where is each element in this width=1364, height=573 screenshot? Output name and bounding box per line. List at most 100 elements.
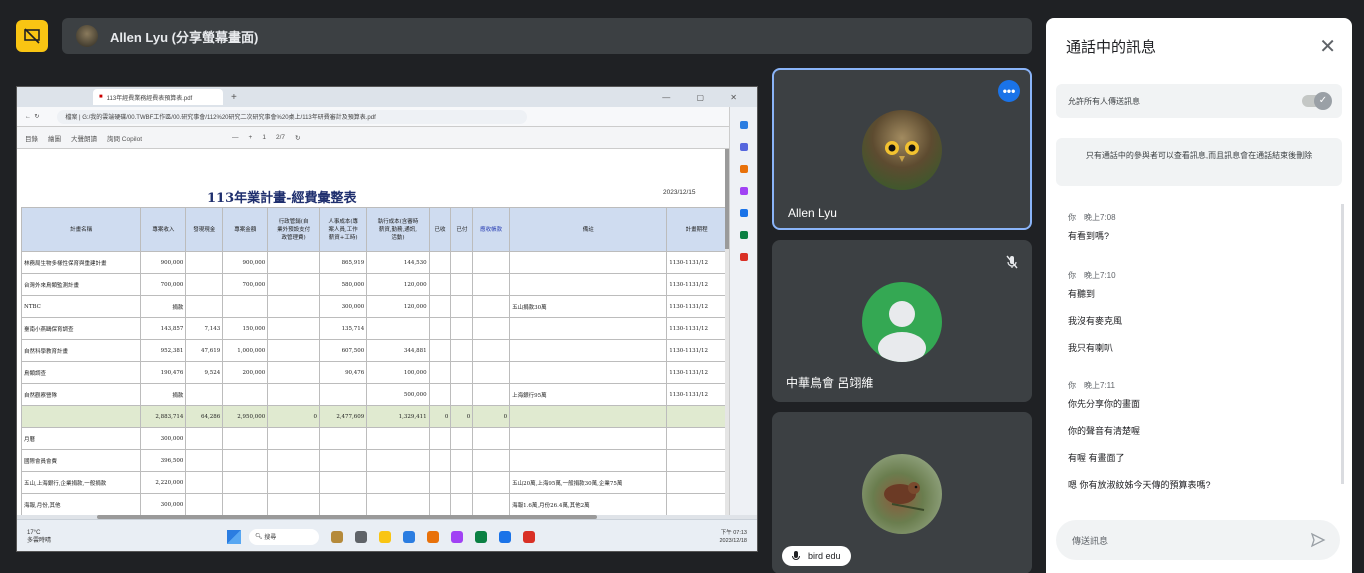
table-cell: 300,000 <box>140 427 187 450</box>
table-cell <box>428 471 452 494</box>
allow-messages-label: 允許所有人傳送訊息 <box>1068 96 1140 106</box>
line-icon[interactable] <box>475 530 487 543</box>
table-cell <box>428 449 452 472</box>
message-group: 你晚上7:11 你先分享你的畫面 你的聲音有清楚喔 有喔 有畫面了 嗯 你有放淑… <box>1068 380 1338 505</box>
back-icon[interactable]: ← <box>25 114 31 120</box>
participant-name-chip: bird edu <box>782 546 851 566</box>
taskbar-search[interactable]: 🔍︎ 搜尋 <box>249 528 319 545</box>
table-cell <box>472 449 511 472</box>
message-text: 有聽到 <box>1068 289 1096 299</box>
pdf-icon: ■ <box>99 94 103 100</box>
file-explorer-icon[interactable] <box>379 530 391 543</box>
table-row: NTBC 捐款 300,000 120,000 五山捐款30萬 1130-1131/12 <box>20 295 727 318</box>
weather-widget[interactable]: 17°C 多雲時晴 <box>27 529 77 545</box>
outlook-icon[interactable] <box>739 253 748 261</box>
participant-tile-birdedu[interactable]: bird edu <box>772 412 1032 573</box>
presentation-icon[interactable] <box>16 20 48 52</box>
table-cell <box>428 273 452 296</box>
participant-name: 中華鳥會 呂翊維 <box>786 376 874 390</box>
table-cell <box>472 361 511 384</box>
pdf-tool-1[interactable]: 繪圖 <box>48 133 61 143</box>
presenter-banner: Allen Lyu (分享螢幕畫面) <box>62 18 1032 54</box>
table-cell <box>267 471 321 494</box>
table-cell <box>509 449 668 472</box>
new-tab-button[interactable]: + <box>231 92 237 103</box>
table-cell <box>222 449 269 472</box>
table-header-cell: 發現現金 <box>185 207 224 252</box>
table-cell <box>366 471 430 494</box>
table-cell <box>267 339 321 362</box>
pdf-tool-8[interactable]: ↻ <box>295 134 300 142</box>
widgets-icon[interactable] <box>331 530 343 543</box>
mic-icon <box>792 551 800 560</box>
table-cell: 64,286 <box>185 405 224 428</box>
table-cell: 五山20萬,上海95萬,一般捐款30萬,企業75萬 <box>509 471 668 494</box>
table-cell <box>428 493 452 515</box>
table-header-cell: 專案金額 <box>222 207 269 252</box>
table-cell <box>185 449 224 472</box>
table-cell <box>472 383 511 406</box>
message-time: 晚上7:10 <box>1084 271 1116 280</box>
pdf-tool-6[interactable]: 1 <box>262 134 266 141</box>
participant-tile-allen[interactable]: ••• Allen Lyu <box>772 68 1032 230</box>
table-cell: 952,381 <box>140 339 187 362</box>
table-cell: 上海銀行95萬 <box>509 383 668 406</box>
pdf-tool-2[interactable]: 大聲朗讀 <box>71 133 97 143</box>
allow-messages-toggle[interactable] <box>1302 92 1332 110</box>
office-icon[interactable] <box>739 231 748 239</box>
start-icon[interactable] <box>227 529 241 544</box>
search-icon[interactable] <box>739 143 748 151</box>
table-cell: 1130-1131/12 <box>666 361 727 384</box>
more-options-button[interactable]: ••• <box>998 80 1020 102</box>
reload-icon[interactable]: ↻ <box>34 113 39 120</box>
table-cell: 林務局生物多樣性保育與重建計畫 <box>20 251 142 274</box>
weather-temp: 17°C <box>27 529 41 536</box>
edge-icon[interactable] <box>499 530 511 543</box>
table-cell: 月曆 <box>20 427 142 450</box>
tools-icon[interactable] <box>739 187 748 195</box>
pdf-tool-5[interactable]: + <box>249 134 253 141</box>
brave-icon[interactable] <box>427 530 439 543</box>
chrome-icon[interactable] <box>523 530 535 543</box>
window-controls[interactable]: — ▢ ✕ <box>662 93 749 102</box>
table-cell <box>428 317 452 340</box>
message-meta: 你晚上7:08 <box>1068 212 1338 223</box>
games-icon[interactable] <box>739 209 748 217</box>
address-bar: ← ↻ 檔案 | G:/我的雲端硬碟/00.TWBF工作區/00.研究事會/11… <box>17 107 757 127</box>
message-time: 晚上7:08 <box>1084 213 1116 222</box>
table-cell <box>472 339 511 362</box>
pdf-tool-4[interactable]: — <box>232 134 239 141</box>
allow-messages-row: 允許所有人傳送訊息 <box>1056 84 1342 118</box>
table-cell <box>428 361 452 384</box>
table-cell <box>185 295 224 318</box>
table-cell: 120,000 <box>366 273 430 296</box>
table-cell <box>472 427 511 450</box>
table-cell <box>472 317 511 340</box>
table-header-cell: 人事成本(專 案人員,工作 薪資+工時) <box>319 207 368 252</box>
table-cell <box>472 273 511 296</box>
close-icon[interactable]: ✕ <box>1319 34 1336 59</box>
browser-tab[interactable]: ■ 113年經費業務經費表預算表.pdf <box>93 89 223 105</box>
address-field[interactable]: 檔案 | G:/我的雲端硬碟/00.TWBF工作區/00.研究事會/112%20… <box>57 109 528 124</box>
message-text: 我只有喇叭 <box>1068 343 1114 353</box>
message-text: 有看到嗎? <box>1068 231 1110 241</box>
chat-scrollbar[interactable] <box>1341 204 1344 484</box>
table-cell: 900,000 <box>140 251 187 274</box>
pdf-toolbar: 目錄 繪圖 大聲朗讀 詢問 Copilot — + 1 2/7 ↻ <box>17 127 757 149</box>
message-text: 你先分享你的畫面 <box>1068 399 1141 409</box>
table-cell <box>267 273 321 296</box>
table-cell <box>267 383 321 406</box>
shopping-icon[interactable] <box>739 165 748 173</box>
pdf-tool-0[interactable]: 目錄 <box>25 133 38 143</box>
messenger-icon[interactable] <box>451 530 463 543</box>
send-icon[interactable] <box>1310 532 1326 548</box>
taskbar-clock[interactable]: 下午 07:13 2023/12/18 <box>719 529 747 545</box>
pdf-tool-3[interactable]: 詢問 Copilot <box>107 133 142 143</box>
copilot-icon[interactable] <box>739 121 748 129</box>
task-view-icon[interactable] <box>355 530 367 543</box>
table-cell: 2,950,000 <box>222 405 269 428</box>
store-icon[interactable] <box>403 530 415 543</box>
message-input[interactable]: 傳送訊息 <box>1056 520 1340 560</box>
chat-panel: 通話中的訊息 ✕ 允許所有人傳送訊息 只有通話中的參與者可以查看訊息,而且訊息會… <box>1046 18 1352 573</box>
participant-tile-lu[interactable]: 中華鳥會 呂翊維 <box>772 240 1032 402</box>
